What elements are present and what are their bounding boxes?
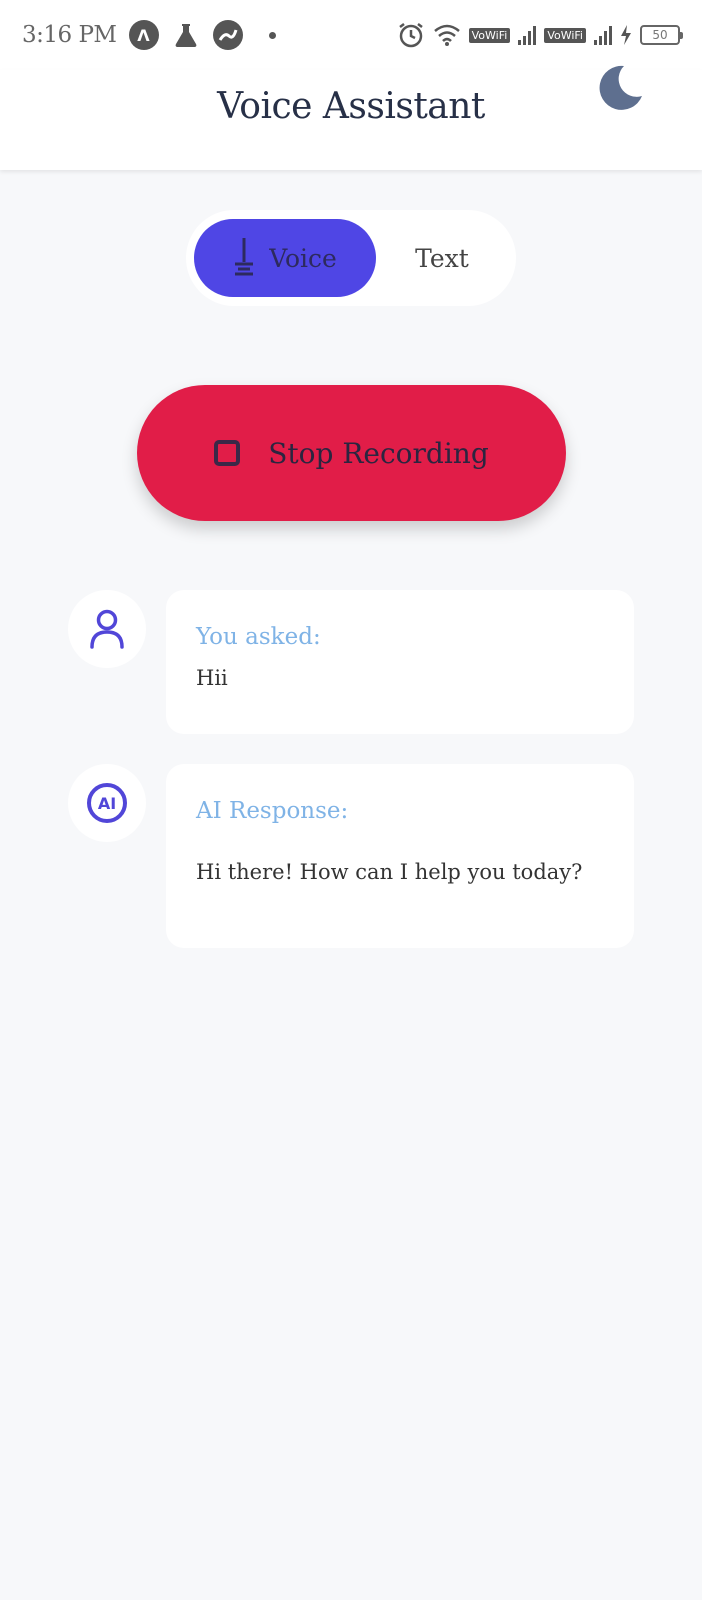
ai-response-card: AI Response: Hi there! How can I help yo… [166,764,634,948]
stop-icon [214,440,241,466]
ai-icon: AI [87,783,127,823]
input-mode-switch: Voice Text [186,210,516,306]
app-notification-icon: Λ [128,20,159,50]
ai-response-label: AI Response: [196,798,349,824]
wifi-icon [433,23,461,47]
tab-voice[interactable]: Voice [194,219,376,297]
stop-recording-button[interactable]: Stop Recording [137,385,566,521]
ai-badge-text: AI [98,794,116,813]
user-icon [90,609,124,649]
alarm-icon [397,21,425,49]
user-avatar [68,590,146,668]
signal-icon-2 [594,25,612,45]
chart-notification-icon [212,20,243,50]
microphone-icon [235,238,254,276]
signal-icon [518,25,537,45]
tab-text[interactable]: Text [376,219,508,297]
ai-response-text: Hi there! How can I help you today? [196,860,583,884]
more-notifications-dot [268,31,276,39]
tab-text-label: Text [415,243,469,273]
status-time: 3:16 PM [22,22,117,48]
user-message-text: Hii [196,666,228,690]
vowifi-badge: VoWiFi [468,27,511,43]
battery-indicator: 50 [640,25,683,45]
user-message-card: You asked: Hii [166,590,634,734]
ai-avatar: AI [68,764,146,842]
tab-voice-label: Voice [269,243,337,273]
user-message-label: You asked: [196,624,321,650]
charging-icon [620,25,632,45]
moon-icon [599,65,642,110]
dark-mode-toggle[interactable] [592,60,648,116]
flask-icon [171,20,201,50]
stop-recording-label: Stop Recording [268,436,489,470]
app-header: Voice Assistant [0,65,702,170]
vowifi-badge-2: VoWiFi [544,27,586,43]
